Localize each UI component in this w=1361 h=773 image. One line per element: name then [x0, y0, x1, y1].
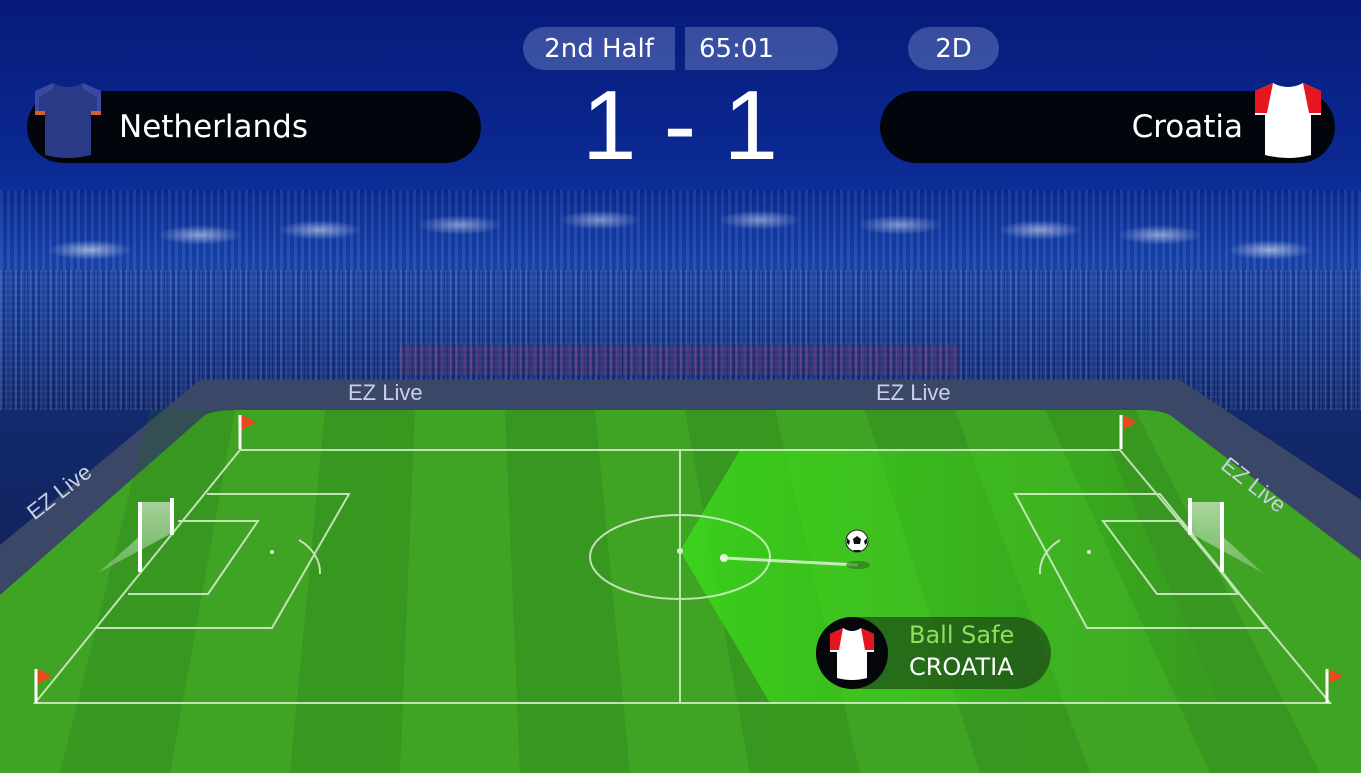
match-tracker: EZ Live EZ Live EZ Live EZ Live 2nd Half…	[0, 0, 1361, 773]
event-team-name: CROATIA	[909, 653, 1014, 681]
ad-board-text: EZ Live	[876, 380, 951, 405]
ad-board-text: EZ Live	[348, 380, 423, 405]
scoreline: 1 - 1	[581, 70, 779, 180]
ball-icon	[845, 529, 869, 553]
home-team-bar: Netherlands	[27, 83, 481, 163]
match-clock: 65:01	[685, 27, 838, 70]
red-white-shirt-icon	[816, 617, 888, 689]
home-team-name: Netherlands	[119, 109, 308, 145]
match-period: 2nd Half	[523, 27, 675, 70]
away-team-bar: Croatia	[880, 83, 1335, 163]
navy-shirt-icon	[33, 75, 103, 161]
red-white-shirt-icon	[1253, 75, 1323, 161]
event-status-badge: Ball Safe CROATIA	[816, 617, 1051, 689]
event-status-text: Ball Safe	[909, 621, 1015, 649]
view-toggle-button[interactable]: 2D	[908, 27, 999, 70]
away-team-name: Croatia	[1131, 109, 1243, 145]
